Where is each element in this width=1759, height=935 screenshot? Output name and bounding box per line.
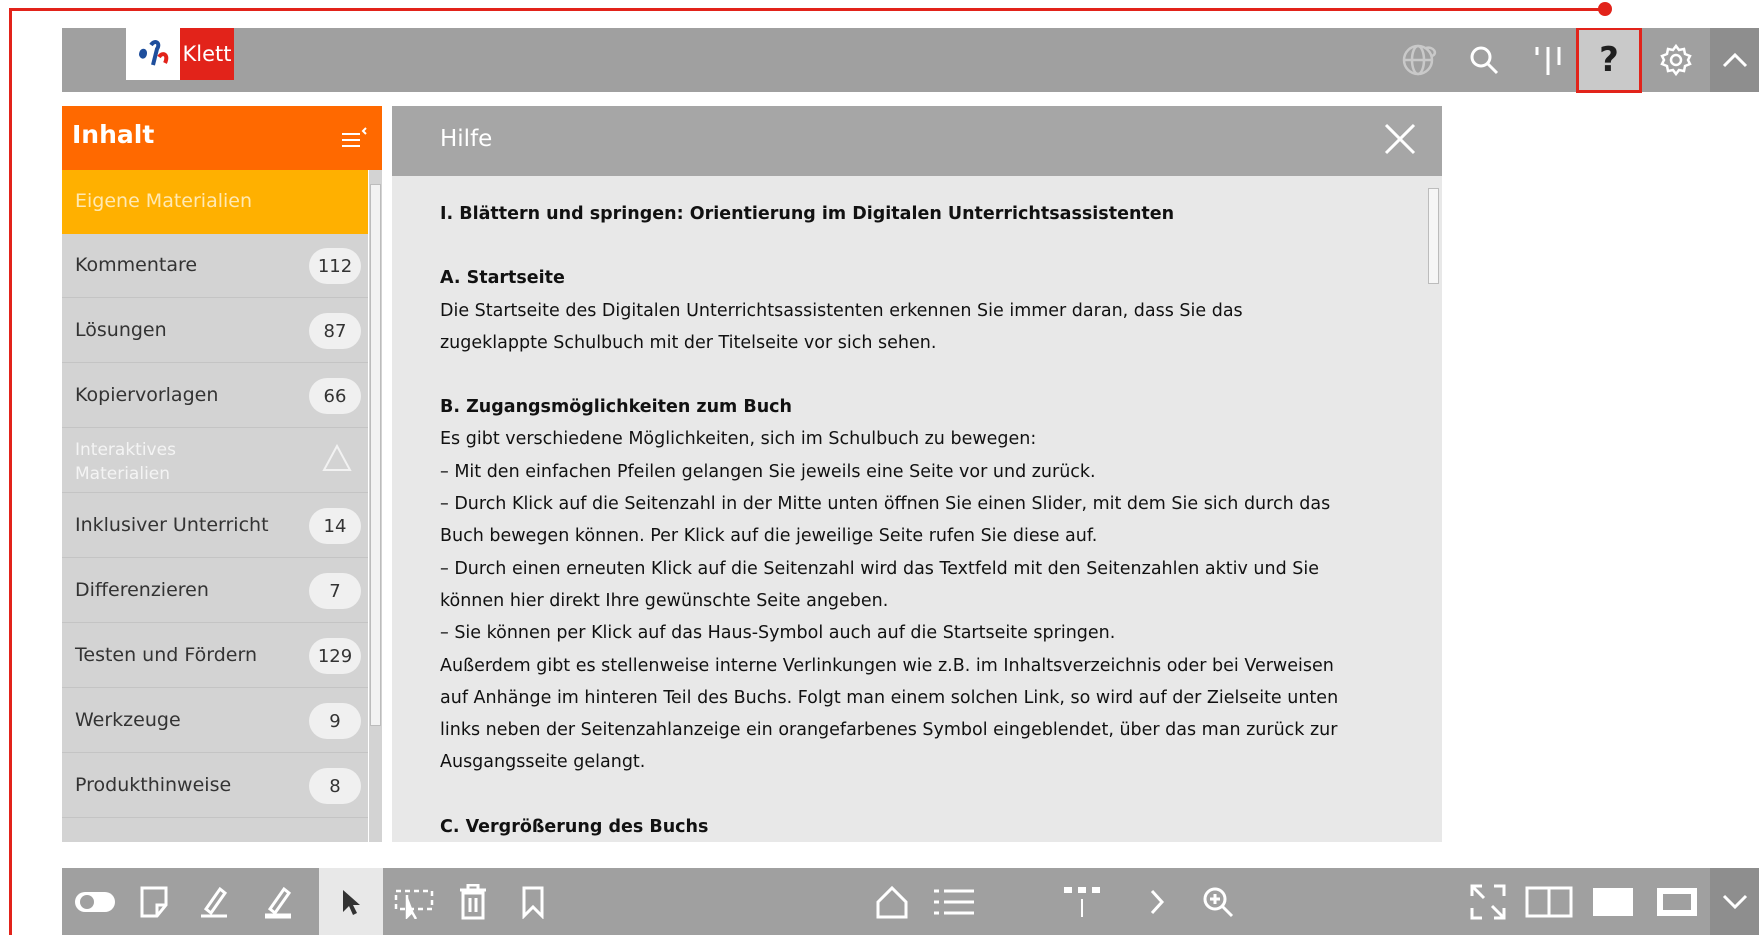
count-badge: 9 xyxy=(309,703,361,739)
count-badge: 7 xyxy=(309,573,361,609)
sidebar-item-loesungen[interactable]: Lösungen 87 xyxy=(62,299,368,363)
bookmark-icon[interactable] xyxy=(507,868,559,935)
sidebar-scroll-thumb[interactable] xyxy=(370,184,381,726)
sidebar-item-partial[interactable] xyxy=(62,819,368,842)
help-panel-title: Hilfe xyxy=(440,126,493,152)
help-text: Ausgangsseite gelangt. xyxy=(440,752,646,773)
warning-triangle-icon xyxy=(322,443,352,477)
fullscreen-icon[interactable] xyxy=(1458,868,1518,935)
klett-logo[interactable]: Klett xyxy=(126,28,234,80)
count-badge: 14 xyxy=(309,508,361,544)
sidebar-header: Inhalt xyxy=(62,106,382,170)
sidebar-item-label: Inklusiver Unterricht xyxy=(75,514,269,536)
window-page-icon[interactable] xyxy=(1646,868,1708,935)
count-badge: 87 xyxy=(309,313,361,349)
help-content: I. Blättern und springen: Orientierung i… xyxy=(440,198,1420,842)
help-label: ? xyxy=(1599,40,1619,80)
help-scrollbar[interactable] xyxy=(1427,176,1440,842)
single-page-icon[interactable] xyxy=(1582,868,1644,935)
sidebar-item-interaktives-materialien[interactable]: Interaktives Materialien xyxy=(62,429,368,493)
klett-logo-icon xyxy=(126,28,180,80)
sidebar-item-label: Kopiervorlagen xyxy=(75,384,219,406)
sidebar-item-label: Differenzieren xyxy=(75,579,209,601)
help-text: Es gibt verschiedene Möglichkeiten, sich… xyxy=(440,429,1037,450)
note-icon[interactable] xyxy=(128,868,180,935)
sidebar-list: Eigene Materialien Kommentare 112 Lösung… xyxy=(62,170,368,842)
sidebar-item-testen-und-foerdern[interactable]: Testen und Fördern 129 xyxy=(62,624,368,688)
help-icon[interactable]: ? xyxy=(1576,28,1642,93)
search-icon[interactable] xyxy=(1452,28,1516,92)
sidebar-menu-icon[interactable] xyxy=(340,126,368,154)
select-area-icon[interactable] xyxy=(387,868,443,935)
sidebar-item-label: Kommentare xyxy=(75,254,198,276)
sidebar-item-label: Werkzeuge xyxy=(75,709,181,731)
help-scroll-thumb[interactable] xyxy=(1428,188,1439,284)
help-text: Außerdem gibt es stellenweise interne Ve… xyxy=(440,655,1334,676)
zoom-in-icon[interactable] xyxy=(1188,868,1248,935)
sidebar-title: Inhalt xyxy=(72,120,155,149)
sidebar-item-kopiervorlagen[interactable]: Kopiervorlagen 66 xyxy=(62,364,368,428)
home-icon[interactable] xyxy=(862,868,922,935)
help-text: links neben der Seitenzahlanzeige ein or… xyxy=(440,720,1338,741)
logo-text: Klett xyxy=(180,28,234,80)
globe-icon[interactable] xyxy=(1388,28,1452,92)
help-text: können hier direkt Ihre gewünschte Seite… xyxy=(440,590,889,611)
count-badge: 129 xyxy=(309,638,361,674)
sidebar-item-label: Eigene Materialien xyxy=(75,190,253,212)
help-text: zugeklappte Schulbuch mit der Titelseite… xyxy=(440,332,937,353)
help-panel: Hilfe I. Blättern und springen: Orientie… xyxy=(392,106,1442,842)
help-heading: I. Blättern und springen: Orientierung i… xyxy=(440,204,1175,224)
list-icon[interactable] xyxy=(922,868,986,935)
help-text: Buch bewegen können. Per Klick auf die j… xyxy=(440,526,1098,547)
pen-icon[interactable] xyxy=(188,868,240,935)
sidebar-scrollbar[interactable] xyxy=(369,170,382,842)
close-icon[interactable] xyxy=(1382,121,1418,161)
count-badge: 66 xyxy=(309,378,361,414)
help-text: – Durch Klick auf die Seitenzahl in der … xyxy=(440,494,1331,515)
count-badge: 112 xyxy=(309,248,361,284)
pointer-icon[interactable] xyxy=(319,868,383,935)
section-title: A. Startseite xyxy=(440,268,565,289)
sidebar-item-differenzieren[interactable]: Differenzieren 7 xyxy=(62,559,368,623)
sidebar-item-inklusiver-unterricht[interactable]: Inklusiver Unterricht 14 xyxy=(62,494,368,558)
sidebar-item-produkthinweise[interactable]: Produkthinweise 8 xyxy=(62,754,368,818)
sidebar-item-label: Testen und Fördern xyxy=(75,644,257,666)
help-panel-header: Hilfe xyxy=(392,106,1442,176)
page-slider-icon[interactable] xyxy=(1052,868,1112,935)
section-title: C. Vergrößerung des Buchs xyxy=(440,816,709,837)
highlighter-icon[interactable] xyxy=(252,868,304,935)
bottom-toolbar xyxy=(62,868,1759,935)
callout-line xyxy=(9,8,1605,11)
sidebar-item-eigene-materialien[interactable]: Eigene Materialien xyxy=(62,170,368,234)
collapse-down-icon[interactable] xyxy=(1710,868,1759,935)
sidebar-item-kommentare[interactable]: Kommentare 112 xyxy=(62,234,368,298)
section-title: B. Zugangsmöglichkeiten zum Buch xyxy=(440,397,792,418)
bookmark-bar-icon[interactable] xyxy=(1516,28,1580,92)
help-text: – Durch einen erneuten Klick auf die Sei… xyxy=(440,558,1320,579)
help-text: auf Anhänge im hinteren Teil des Buchs. … xyxy=(440,687,1339,708)
app-window: Klett ? Inhalt Eigene Materialien Kommen… xyxy=(62,28,1759,935)
sidebar-item-label: Interaktives Materialien xyxy=(75,440,176,484)
callout-line-vertical xyxy=(9,8,12,935)
count-badge: 8 xyxy=(309,768,361,804)
toggle-icon[interactable] xyxy=(67,868,123,935)
help-text: – Mit den einfachen Pfeilen gelangen Sie… xyxy=(440,461,1096,482)
collapse-up-icon[interactable] xyxy=(1710,28,1759,92)
sidebar-item-label: Produkthinweise xyxy=(75,774,232,796)
callout-dot xyxy=(1598,2,1612,16)
next-page-icon[interactable] xyxy=(1132,868,1182,935)
top-toolbar: Klett ? xyxy=(62,28,1759,93)
help-text: – Sie können per Klick auf das Haus-Symb… xyxy=(440,623,1116,644)
sidebar-item-werkzeuge[interactable]: Werkzeuge 9 xyxy=(62,689,368,753)
double-page-icon[interactable] xyxy=(1518,868,1580,935)
sidebar-item-label: Lösungen xyxy=(75,319,167,341)
trash-icon[interactable] xyxy=(447,868,499,935)
settings-icon[interactable] xyxy=(1644,28,1708,92)
help-text: Die Startseite des Digitalen Unterrichts… xyxy=(440,300,1243,321)
